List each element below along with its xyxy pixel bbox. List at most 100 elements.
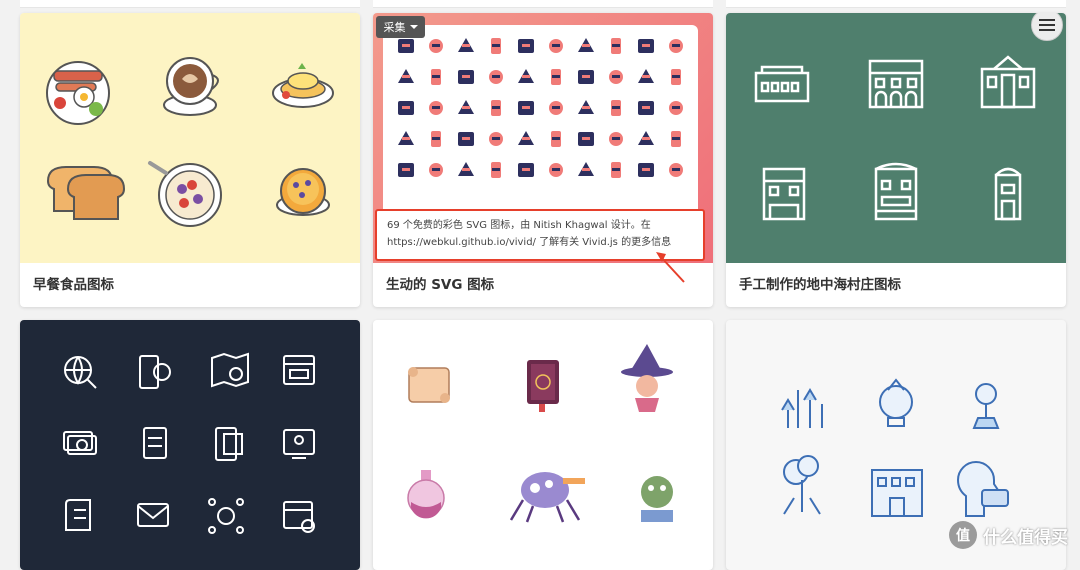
vivid-glyph-icon (398, 163, 414, 177)
site-watermark: 值 什么值得买 (949, 521, 1068, 549)
plant-bulb-icon (972, 383, 1000, 429)
vivid-glyph-icon (611, 162, 621, 178)
card-breakfast-icons[interactable]: 早餐食品图标 (20, 13, 360, 307)
witch-icon (621, 344, 673, 412)
building-townhouse-icon (874, 162, 918, 221)
monitor-profile-icon (283, 429, 315, 459)
vivid-glyph-icon (491, 100, 501, 116)
building-gabled-icon (980, 55, 1036, 109)
vivid-description-box: 69 个免费的彩色 SVG 图标，由 Nitish Khagwal 设计。在 h… (375, 209, 705, 261)
vivid-glyph-icon (671, 131, 681, 147)
vivid-glyph-icon (609, 132, 623, 146)
collect-button-label: 采集 (383, 21, 406, 34)
vivid-glyph-icon (431, 69, 441, 85)
vivid-glyph-icon (398, 101, 414, 115)
watermark-logo: 值 (949, 521, 977, 549)
vivid-glyph-icon (518, 39, 534, 53)
vivid-icon-grid (398, 38, 683, 178)
breakfast-illustration (46, 57, 334, 227)
plate-breakfast-icon (46, 61, 110, 125)
vivid-glyph-icon (429, 163, 443, 177)
vivid-glyph-icon (578, 70, 594, 84)
spider-icon (509, 472, 585, 523)
card-caption: 手工制作的地中海村庄图标 (739, 277, 901, 293)
chevron-down-icon (409, 25, 418, 29)
lightbulb-grade-icon (879, 378, 913, 427)
vivid-glyph-icon (549, 163, 563, 177)
description-line-2: https://webkul.github.io/vivid/ 了解有关 Viv… (387, 237, 672, 248)
card-fantasy-icons[interactable] (373, 320, 713, 570)
vivid-glyph-icon (638, 163, 654, 177)
building-shop-icon (762, 167, 806, 221)
vivid-glyph-icon (611, 100, 621, 116)
card-vivid-icons[interactable]: 生动的 SVG 图标 (373, 13, 713, 307)
potion-bottle-icon (407, 470, 445, 519)
oatmeal-bowl-icon (148, 161, 222, 227)
vivid-glyph-icon (431, 131, 441, 147)
vivid-glyph-icon (638, 131, 654, 145)
spellbook-icon (527, 360, 559, 412)
vivid-glyph-icon (458, 162, 474, 176)
card-dark-line-icons[interactable] (20, 320, 360, 570)
vivid-glyph-icon (491, 38, 501, 54)
vivid-glyph-icon (609, 70, 623, 84)
network-dollar-icon (208, 498, 244, 534)
vivid-glyph-icon (489, 132, 503, 146)
coffee-cup-icon (163, 57, 219, 116)
vivid-glyph-icon (578, 162, 594, 176)
school-building-icon (871, 469, 923, 517)
line-icons-illustration (63, 352, 315, 534)
vivid-glyph-icon (429, 39, 443, 53)
vivid-glyph-icon (518, 163, 534, 177)
mobile-settings-icon (139, 355, 171, 389)
vivid-glyph-icon (578, 38, 594, 52)
map-search-icon (211, 352, 249, 388)
orc-icon (641, 476, 673, 522)
prev-row-card (373, 0, 713, 8)
vivid-glyph-icon (518, 131, 534, 145)
vivid-glyph-icon (669, 101, 683, 115)
phone-document-icon (215, 427, 243, 461)
toast-icon (46, 166, 126, 220)
vivid-glyph-icon (638, 39, 654, 53)
vivid-glyph-icon (578, 132, 594, 146)
tree-team-icon (783, 455, 821, 515)
building-arches-icon (868, 59, 924, 109)
vivid-glyph-icon (489, 70, 503, 84)
vivid-glyph-icon (518, 101, 534, 115)
vivid-glyph-icon (458, 70, 474, 84)
building-tower-icon (994, 167, 1022, 221)
collect-button[interactable]: 采集 (376, 16, 425, 38)
raised-hands-icon (781, 388, 823, 428)
vivid-glyph-icon (458, 132, 474, 146)
globe-search-icon (64, 356, 97, 389)
vivid-glyph-icon (398, 39, 414, 53)
vivid-glyph-icon (669, 39, 683, 53)
vivid-glyph-icon (458, 38, 474, 52)
card-thumbnail (726, 13, 1066, 263)
description-line-1: 69 个免费的彩色 SVG 图标，由 Nitish Khagwal 设计。在 (387, 220, 651, 231)
card-caption: 早餐食品图标 (33, 277, 114, 293)
vivid-glyph-icon (669, 163, 683, 177)
vivid-glyph-icon (638, 69, 654, 83)
fantasy-illustration (407, 344, 673, 523)
head-abc-icon (956, 461, 1009, 517)
vivid-glyph-icon (578, 100, 594, 114)
vivid-glyph-icon (458, 100, 474, 114)
village-illustration (754, 55, 1036, 221)
scroll-map-icon (408, 367, 450, 403)
calendar-check-icon (283, 501, 315, 533)
document-check-icon (143, 427, 167, 459)
card-mediterranean-icons[interactable]: 手工制作的地中海村庄图标 (726, 13, 1066, 307)
browser-window-icon (283, 355, 315, 385)
vivid-glyph-icon (611, 38, 621, 54)
mail-money-icon (137, 503, 169, 527)
vivid-glyph-icon (398, 69, 414, 83)
prev-row-card (726, 0, 1066, 8)
vivid-glyph-icon (491, 162, 501, 178)
watermark-text: 什么值得买 (983, 527, 1068, 548)
vivid-glyph-icon (429, 101, 443, 115)
card-caption: 生动的 SVG 图标 (386, 277, 495, 293)
vivid-glyph-icon (638, 101, 654, 115)
pancakes-icon (276, 168, 330, 216)
